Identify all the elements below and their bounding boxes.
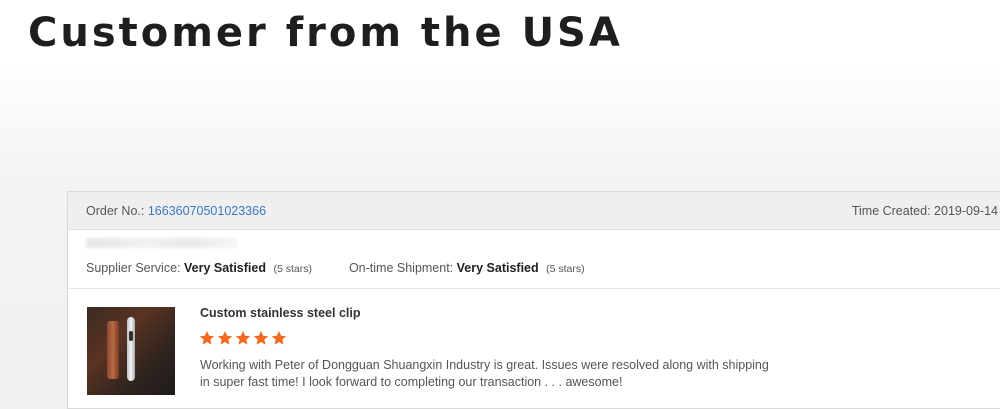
product-title[interactable]: Custom stainless steel clip (200, 306, 360, 320)
order-number-link[interactable]: 16636070501023366 (148, 204, 266, 218)
product-image[interactable] (87, 307, 175, 395)
seller-ratings: Supplier Service: Very Satisfied (5 star… (86, 261, 585, 275)
time-created-value: 2019-09-14 (934, 204, 998, 218)
steel-clip-shape (127, 317, 135, 381)
supplier-service-value: Very Satisfied (183, 261, 266, 275)
feedback-card: Order No.: 16636070501023366 Time Create… (67, 191, 1000, 409)
review-text: Working with Peter of Dongguan Shuangxin… (200, 358, 769, 389)
order-header: Order No.: 16636070501023366 Time Create… (68, 192, 1000, 230)
supplier-service-label: Supplier Service: (86, 261, 181, 275)
time-created: Time Created: 2019-09-14 (852, 204, 998, 218)
star-icon (271, 331, 287, 345)
page-headline: Customer from the USA (28, 10, 623, 56)
star-icon (217, 331, 233, 345)
shipment-label: On-time Shipment: (348, 261, 454, 275)
divider (68, 288, 1000, 289)
supplier-service-stars: (5 stars) (273, 263, 312, 275)
star-icon (235, 331, 251, 345)
order-number: Order No.: 16636070501023366 (86, 204, 266, 218)
star-rating (199, 330, 287, 346)
star-icon (199, 331, 215, 345)
star-icon (253, 331, 269, 345)
shipment-value: Very Satisfied (456, 261, 539, 275)
time-created-label: Time Created: (851, 204, 931, 218)
shipment-stars: (5 stars) (546, 263, 585, 275)
blurred-buyer-name (86, 238, 238, 248)
order-number-label: Order No.: (86, 204, 145, 218)
copper-clip-shape (107, 321, 119, 379)
